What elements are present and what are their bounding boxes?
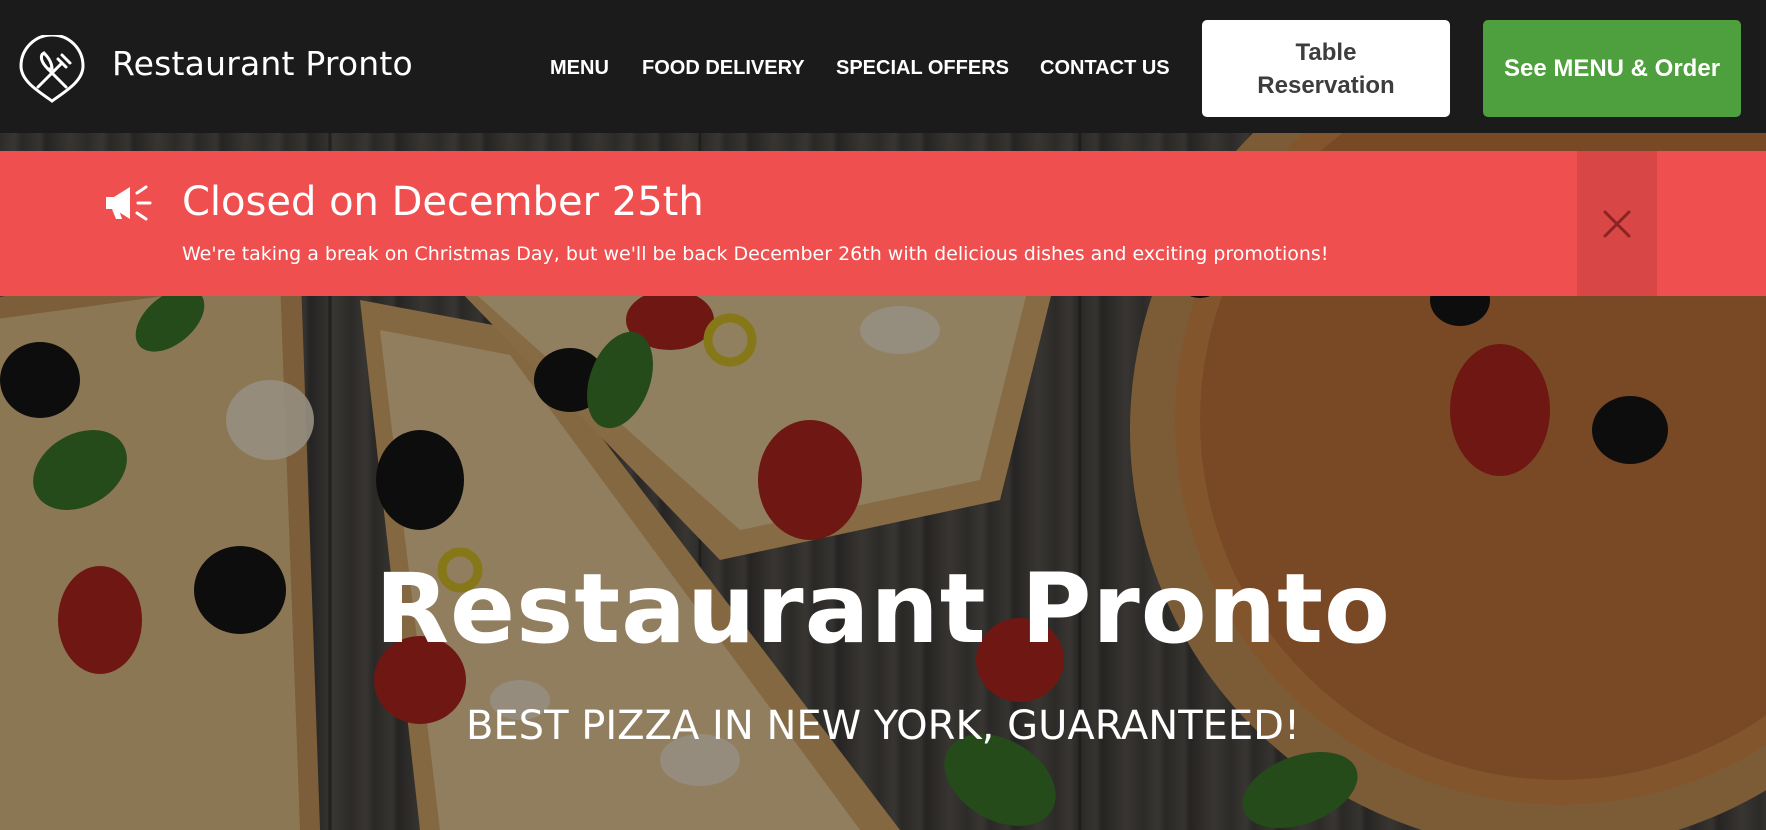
notice-title: Closed on December 25th [182, 179, 704, 225]
hero-subtitle: BEST PIZZA IN NEW YORK, GUARANTEED! [465, 703, 1301, 749]
nav-item-special-offers[interactable]: SPECIAL OFFERS [836, 57, 1009, 80]
table-reservation-button[interactable]: Table Reservation [1202, 20, 1450, 117]
notice-close-button[interactable] [1577, 151, 1657, 296]
fork-knife-icon[interactable] [18, 35, 86, 103]
see-menu-order-button[interactable]: See MENU & Order [1483, 20, 1741, 117]
nav-item-food-delivery[interactable]: FOOD DELIVERY [642, 57, 805, 80]
close-icon[interactable] [1602, 209, 1632, 239]
notice-message: We're taking a break on Christmas Day, b… [182, 243, 1329, 265]
megaphone-icon [106, 185, 152, 221]
nav-item-menu[interactable]: MENU [550, 57, 609, 80]
nav-item-contact-us[interactable]: CONTACT US [1040, 57, 1170, 80]
site-header: Restaurant Pronto MENU FOOD DELIVERY SPE… [0, 0, 1766, 133]
brand-name[interactable]: Restaurant Pronto [112, 44, 413, 83]
hero-title: Restaurant Pronto [375, 553, 1391, 665]
